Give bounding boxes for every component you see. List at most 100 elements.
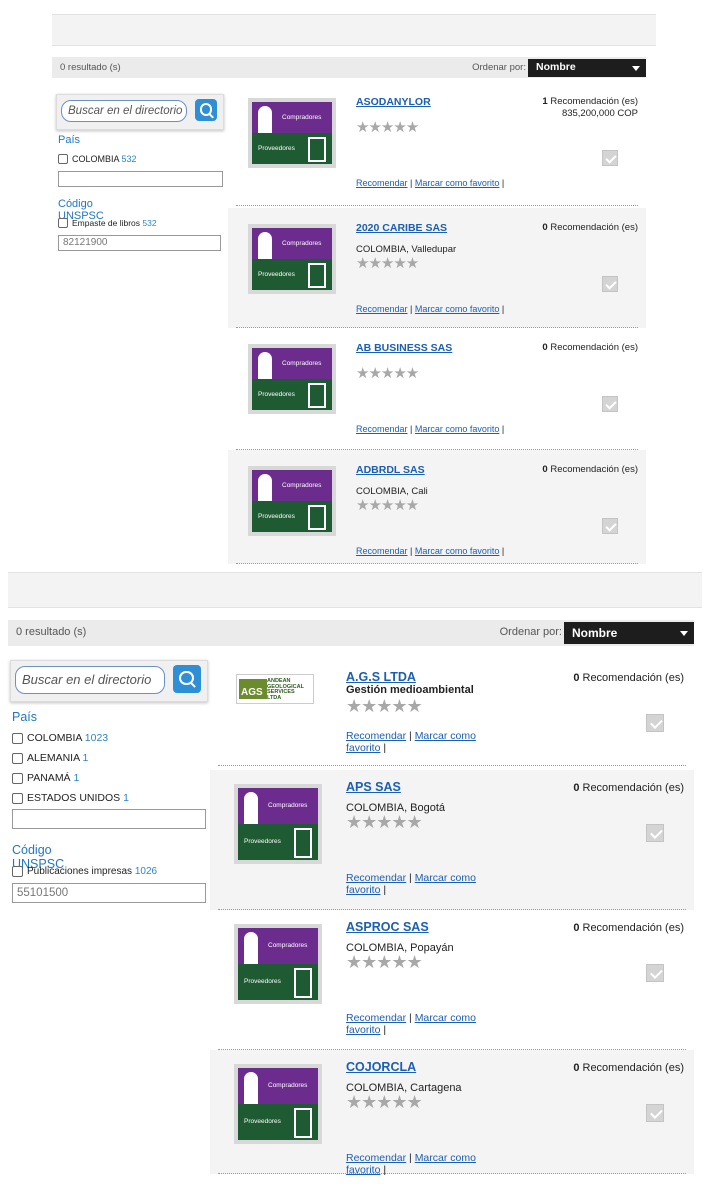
person-icon — [244, 1072, 258, 1104]
recommend-link[interactable]: Recomendar — [346, 1012, 406, 1024]
favorite-link[interactable]: Marcar como favorito — [415, 546, 500, 556]
select-checkbox[interactable] — [602, 396, 618, 412]
order-label: Ordenar por: — [499, 626, 562, 639]
house-icon — [294, 1108, 312, 1138]
select-checkbox[interactable] — [646, 714, 664, 732]
check-icon — [650, 1106, 663, 1119]
company-name-link[interactable]: A.G.S LTDA — [346, 670, 416, 684]
result-divider — [218, 765, 686, 766]
company-logo[interactable]: Compradores Proveedores — [248, 224, 336, 294]
company-logo[interactable]: Compradores Proveedores — [234, 784, 322, 864]
recommendation-count: 0 Recomendación (es) — [573, 1062, 684, 1074]
company-logo[interactable]: Compradores Proveedores — [234, 924, 322, 1004]
favorite-link[interactable]: Marcar como favorito — [415, 178, 500, 188]
favorite-link[interactable]: Marcar como favorito — [415, 304, 500, 314]
country-checkbox[interactable] — [12, 773, 23, 784]
link-separator: | — [380, 1024, 387, 1037]
recommendation-label: Recomendación (es) — [582, 922, 685, 934]
recommend-link[interactable]: Recomendar — [346, 730, 406, 742]
country-count: 1 — [123, 792, 129, 804]
company-name-link[interactable]: COJORCLA — [346, 1060, 416, 1074]
link-separator: | — [380, 742, 387, 755]
person-icon — [258, 232, 272, 259]
link-separator: | — [406, 730, 415, 742]
country-name: ESTADOS UNIDOS — [27, 792, 121, 804]
search-button[interactable] — [195, 99, 217, 121]
company-logo[interactable]: Compradores Proveedores — [234, 1064, 322, 1144]
select-checkbox[interactable] — [602, 150, 618, 166]
recommendation-number: 1 — [542, 96, 548, 107]
search-icon-handle — [190, 682, 197, 689]
country-filter-input[interactable] — [58, 171, 223, 187]
company-logo[interactable]: Compradores Proveedores — [248, 98, 336, 168]
order-label: Ordenar por: — [472, 61, 526, 73]
country-count: 1023 — [84, 732, 109, 744]
search-box: Buscar en el directorio — [56, 94, 224, 130]
recommend-link[interactable]: Recomendar — [356, 304, 408, 314]
company-name-link[interactable]: 2020 CARIBE SAS — [356, 222, 447, 234]
company-name-link[interactable]: AB BUSINESS SAS — [356, 342, 452, 354]
action-links: Recomendar | Marcar como favorito | — [356, 424, 506, 434]
recommend-link[interactable]: Recomendar — [356, 424, 408, 434]
recommend-link[interactable]: Recomendar — [356, 178, 408, 188]
result-card: Compradores Proveedores APS SAS COLOMBIA, B… — [210, 770, 694, 910]
select-checkbox[interactable] — [646, 1104, 664, 1122]
unspsc-checkbox[interactable] — [58, 218, 68, 228]
company-name-link[interactable]: APS SAS — [346, 780, 401, 794]
company-name-link[interactable]: ADBRDL SAS — [356, 464, 425, 476]
order-select[interactable]: Nombre — [528, 58, 646, 77]
unspsc-code-input[interactable]: 55101500 — [12, 883, 206, 903]
action-links: Recomendar | Marcar como favorito | — [356, 178, 506, 188]
select-checkbox[interactable] — [646, 824, 664, 842]
country-count: 1 — [73, 772, 80, 784]
country-heading: País — [12, 710, 38, 724]
unspsc-code-input[interactable]: 82121900 — [58, 235, 221, 251]
company-logo[interactable]: AGS ANDEAN GEOLOGICAL SERVICES LTDA — [236, 674, 314, 704]
order-select[interactable]: Nombre — [564, 622, 694, 644]
recommend-link[interactable]: Recomendar — [346, 872, 406, 884]
company-logo[interactable]: Compradores Proveedores — [248, 344, 336, 414]
country-name: PANAMÁ — [27, 772, 71, 784]
country-heading: País — [58, 134, 81, 146]
country-checkbox[interactable] — [58, 154, 68, 164]
recommendation-count: 0 Recomendación (es) — [542, 464, 638, 475]
link-separator: | — [407, 178, 415, 188]
search-input[interactable]: Buscar en el directorio — [15, 666, 165, 694]
link-separator: | — [407, 546, 415, 556]
select-checkbox[interactable] — [602, 276, 618, 292]
country-filter-input[interactable] — [12, 809, 206, 829]
unspsc-count: 1026 — [134, 866, 158, 877]
country-checkbox[interactable] — [12, 793, 23, 804]
recommendation-number: 0 — [542, 464, 548, 475]
check-icon — [605, 520, 617, 532]
select-checkbox[interactable] — [602, 518, 618, 534]
logo-top-band: Compradores — [238, 788, 318, 824]
unspsc-checkbox[interactable] — [12, 866, 23, 877]
logo-mark: AGS — [239, 679, 267, 699]
chevron-down-icon — [680, 631, 688, 636]
rating-stars: ★★★★★ — [356, 119, 419, 136]
logo-top-label: Compradores — [268, 802, 308, 809]
logo-bottom-band: Proveedores — [252, 379, 332, 410]
search-input[interactable]: Buscar en el directorio — [61, 100, 187, 122]
country-checkbox[interactable] — [12, 753, 23, 764]
favorite-link[interactable]: Marcar como favorito — [415, 424, 500, 434]
recommend-link[interactable]: Recomendar — [346, 1152, 406, 1164]
company-name-link[interactable]: ASODANYLOR — [356, 96, 431, 108]
recommendation-number: 0 — [542, 342, 548, 353]
company-name-link[interactable]: ASPROC SAS — [346, 920, 429, 934]
person-icon — [258, 474, 272, 501]
link-separator: | — [406, 1152, 415, 1164]
logo-top-band: Compradores — [238, 1068, 318, 1104]
country-checkbox[interactable] — [12, 733, 23, 744]
results-count: 0 resultado (s) — [16, 626, 87, 639]
search-button[interactable] — [173, 665, 201, 693]
action-links: Recomendar | Marcar como favorito | — [346, 872, 496, 896]
search-box: Buscar en el directorio — [10, 660, 208, 702]
logo-bottom-label: Proveedores — [244, 1118, 281, 1125]
result-card: Compradores Proveedores AB BUSINESS SAS ★★★… — [228, 328, 646, 450]
company-logo[interactable]: Compradores Proveedores — [248, 466, 336, 536]
select-checkbox[interactable] — [646, 964, 664, 982]
recommend-link[interactable]: Recomendar — [356, 546, 408, 556]
logo-top-band: Compradores — [238, 928, 318, 964]
